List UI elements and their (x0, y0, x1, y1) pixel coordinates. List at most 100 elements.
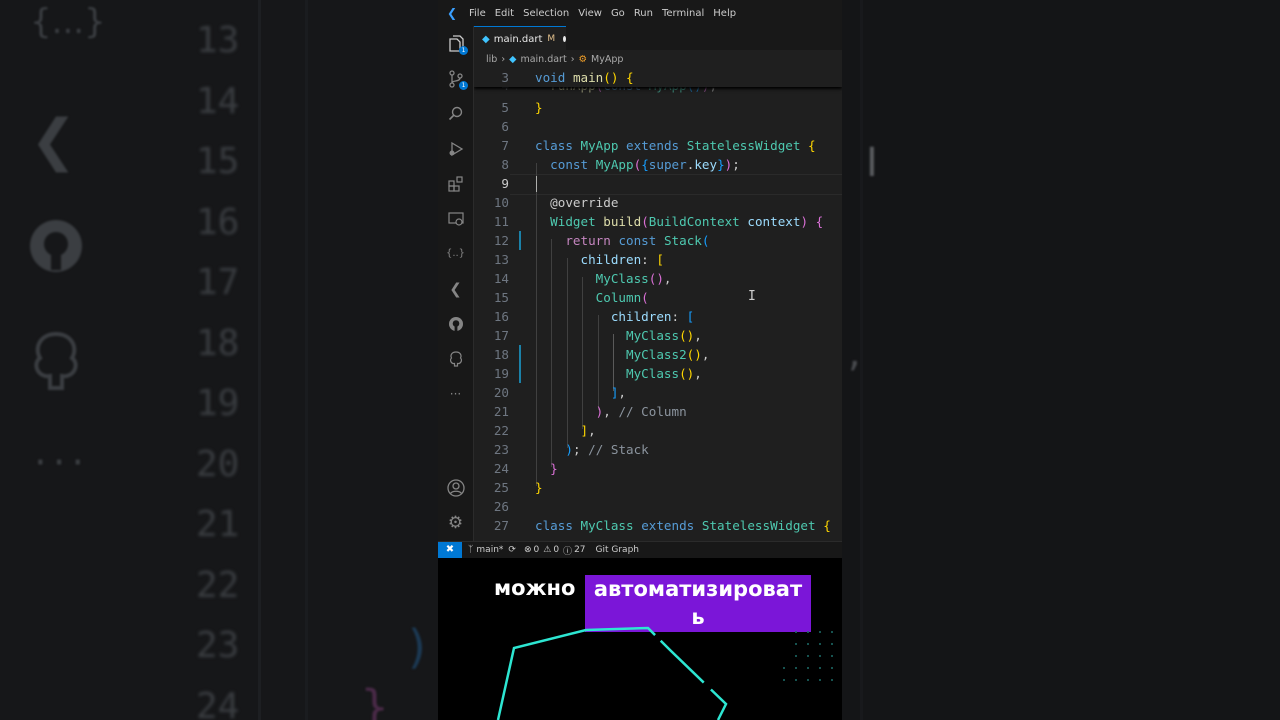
line-number: 27 (493, 518, 509, 533)
menu-file[interactable]: File (469, 8, 486, 19)
code-line[interactable]: 20 ], (474, 383, 842, 402)
line-number: 18 (493, 347, 509, 362)
bg-comma: , (848, 330, 861, 376)
error-icon: ⊗ (523, 545, 532, 555)
branch-icon: ᛉ (468, 545, 474, 555)
bg-line-number: 17 (196, 262, 240, 303)
remote-indicator-icon[interactable]: ✖ (438, 542, 462, 558)
explorer-badge: 1 (459, 46, 468, 55)
source-control-icon[interactable]: 1 (438, 65, 473, 93)
github-icon[interactable] (438, 310, 473, 338)
unsaved-dot-icon[interactable] (563, 36, 566, 42)
bg-line-number: 14 (196, 80, 240, 122)
menu-terminal[interactable]: Terminal (662, 8, 704, 19)
line-number: 25 (493, 480, 509, 495)
breadcrumb-lib[interactable]: lib (486, 54, 497, 65)
bg-line-number: 20 (196, 443, 240, 485)
line-code: @override (550, 195, 619, 210)
code-line[interactable]: 18 MyClass2(), (474, 345, 842, 364)
title-bar: ❮ File Edit Selection View Go Run Termin… (438, 0, 842, 26)
code-line[interactable]: 9 (474, 174, 842, 193)
code-line[interactable]: 6 (474, 117, 842, 136)
code-line[interactable]: 19 MyClass(), (474, 364, 842, 383)
line-code: children: [ (580, 252, 664, 267)
code-line[interactable]: 24 } (474, 459, 842, 478)
editor-tabs: ◆ main.dart M (474, 26, 842, 51)
menu-help[interactable]: Help (713, 8, 736, 19)
breadcrumb-main-dart[interactable]: main.dart (520, 54, 566, 65)
warning-count[interactable]: 0 (553, 545, 559, 555)
code-editor[interactable]: 3void main() {4 runApp(const MyApp());5}… (474, 68, 842, 543)
remote-explorer-icon[interactable] (438, 205, 473, 233)
line-number: 8 (501, 157, 509, 172)
line-code: class MyClass extends StatelessWidget { (535, 518, 831, 533)
code-line[interactable]: 26 (474, 497, 842, 516)
info-count[interactable]: 27 (574, 545, 585, 555)
code-line[interactable]: 8 const MyApp({super.key}); (474, 155, 842, 174)
dart-file-icon: ◆ (509, 53, 517, 65)
code-line[interactable]: 25} (474, 478, 842, 497)
line-number: 16 (493, 309, 509, 324)
settings-gear-icon[interactable]: ⚙ (438, 509, 473, 537)
code-line[interactable]: 10 @override (474, 193, 842, 212)
code-line[interactable]: 12 return const Stack( (474, 231, 842, 250)
explorer-icon[interactable]: 1 (438, 30, 473, 58)
background-left: {...} ❮ ··· 13 14 15 16 17 18 19 20 21 22 23 24 ) } (0, 0, 438, 720)
line-code: return const Stack( (565, 233, 710, 248)
vscode-window: ❮ File Edit Selection View Go Run Termin… (438, 0, 842, 558)
code-line[interactable]: 5} (474, 98, 842, 117)
bg-line-number: 24 (196, 685, 240, 720)
account-icon[interactable] (438, 474, 473, 502)
bg-line-number: 16 (196, 201, 240, 243)
bg-line-number: 19 (196, 383, 240, 424)
line-number: 15 (493, 290, 509, 305)
code-line[interactable]: 23 ); // Stack (474, 440, 842, 459)
code-line[interactable]: 16 children: [ (474, 307, 842, 326)
menu-selection[interactable]: Selection (523, 8, 569, 19)
class-symbol-icon: ⚙ (578, 53, 588, 65)
code-line[interactable]: 3 void main() { (474, 68, 842, 87)
line-number: 19 (493, 366, 509, 381)
sync-icon[interactable]: ⟳ (508, 545, 516, 555)
tab-main-dart[interactable]: ◆ main.dart M (474, 26, 566, 51)
menu-view[interactable]: View (578, 8, 602, 19)
code-line[interactable]: 14 MyClass(), (474, 269, 842, 288)
menu-go[interactable]: Go (611, 8, 625, 19)
background-right: I , (842, 0, 1280, 720)
line-number: 11 (493, 214, 509, 229)
line-code: MyClass(), (626, 328, 702, 343)
branch-name[interactable]: main* (476, 545, 503, 555)
json-braces-icon[interactable]: {..} (438, 240, 473, 268)
info-icon: ⓘ (563, 546, 573, 557)
code-line[interactable]: 27 class MyClass extends StatelessWidget … (474, 516, 842, 535)
more-icon[interactable]: ··· (438, 380, 473, 408)
code-line[interactable]: 11 Widget build(BuildContext context) { (474, 212, 842, 231)
code-line[interactable]: 21 ), // Column (474, 402, 842, 421)
bg-brace: } (360, 680, 390, 720)
git-graph-button[interactable]: Git Graph (596, 545, 639, 555)
error-count[interactable]: 0 (534, 545, 540, 555)
line-code: } (535, 100, 543, 115)
code-line[interactable]: 17 MyClass(), (474, 326, 842, 345)
line-number: 13 (493, 252, 509, 267)
line-number: 9 (501, 176, 509, 191)
code-line[interactable]: 15 Column( (474, 288, 842, 307)
line-number: 14 (493, 271, 509, 286)
line-number: 6 (501, 119, 509, 134)
mouse-ibeam-icon: I (748, 289, 756, 304)
extensions-icon[interactable] (438, 170, 473, 198)
line-code: ), // Column (595, 404, 687, 419)
search-icon[interactable] (438, 100, 473, 128)
code-line[interactable]: 13 children: [ (474, 250, 842, 269)
run-debug-icon[interactable] (438, 135, 473, 163)
code-line[interactable]: 22 ], (474, 421, 842, 440)
breadcrumb-myapp[interactable]: MyApp (591, 54, 623, 65)
code-line[interactable]: 7 class MyApp extends StatelessWidget { (474, 136, 842, 155)
menu-run[interactable]: Run (634, 8, 653, 19)
bg-braces-icon: {...} (30, 2, 106, 42)
menu-edit[interactable]: Edit (495, 8, 514, 19)
bg-more-icon: ··· (34, 440, 91, 486)
flutter-icon[interactable]: ❮ (438, 275, 473, 303)
testing-tree-icon[interactable] (438, 345, 473, 373)
bg-ibeam-icon: I (866, 140, 878, 186)
